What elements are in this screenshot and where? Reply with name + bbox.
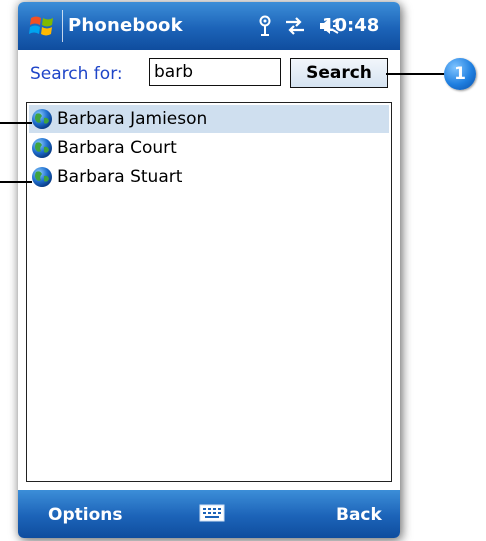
callout-line [386, 73, 446, 75]
clock: 10:48 [322, 15, 380, 36]
back-softkey[interactable]: Back [336, 505, 382, 525]
title-bar: Phonebook 10:48 [18, 2, 400, 50]
options-softkey[interactable]: Options [48, 505, 122, 525]
title-separator [62, 10, 63, 42]
list-item[interactable]: Barbara Court [29, 134, 389, 162]
results-list[interactable]: Barbara Jamieson Barbara Court Barbara S… [26, 102, 392, 482]
connectivity-icon[interactable] [284, 16, 306, 36]
windows-start-icon[interactable] [28, 12, 56, 40]
callout-line [0, 181, 32, 183]
pda-screen: Phonebook 10:48 Search for: Search [18, 2, 400, 538]
globe-icon [32, 138, 52, 158]
callout-badge: 1 [444, 58, 476, 90]
main-content: Search for: Search Barbara Jamieson [18, 50, 400, 490]
contact-name: Barbara Court [57, 138, 177, 158]
list-item[interactable]: Barbara Stuart [29, 163, 389, 191]
app-title: Phonebook [68, 15, 183, 36]
callout-line [0, 122, 32, 124]
globe-icon [32, 167, 52, 187]
search-button[interactable]: Search [290, 58, 388, 88]
contact-name: Barbara Stuart [57, 167, 183, 187]
signal-icon[interactable] [258, 15, 272, 37]
globe-icon [32, 109, 52, 129]
keyboard-icon[interactable] [199, 503, 225, 523]
search-input[interactable] [149, 58, 281, 86]
soft-key-bar: Options Back [18, 490, 400, 538]
list-item[interactable]: Barbara Jamieson [29, 105, 389, 133]
contact-name: Barbara Jamieson [57, 109, 208, 129]
search-label: Search for: [30, 64, 123, 84]
